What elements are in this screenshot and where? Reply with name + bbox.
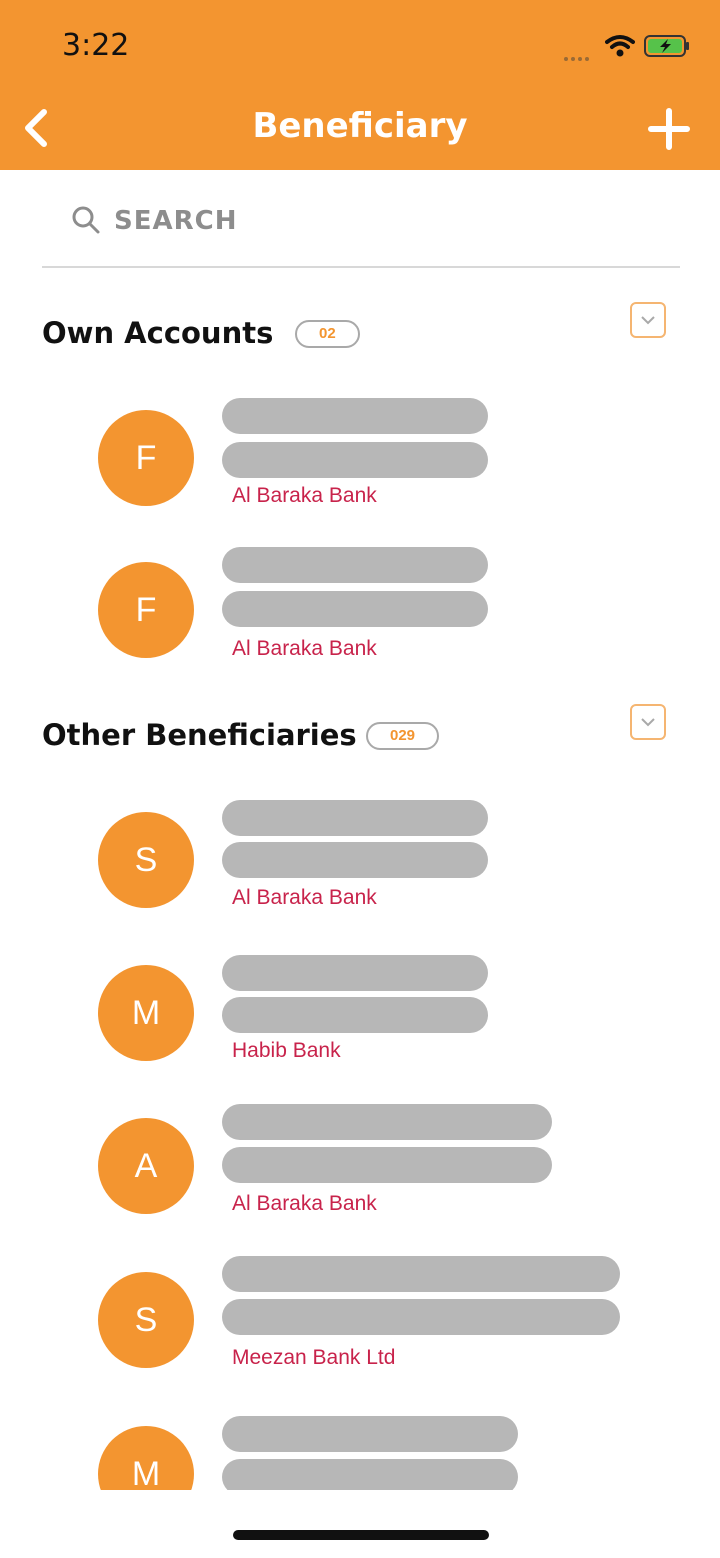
list-item[interactable]: S Meezan Bank Ltd [98, 1256, 658, 1369]
cellular-signal-icon [564, 48, 592, 66]
redacted-name [222, 1256, 620, 1292]
chevron-down-icon [641, 316, 655, 325]
avatar: F [98, 410, 194, 506]
count-badge: 02 [295, 320, 360, 348]
section-header-other-beneficiaries: Other Beneficiaries 029 [42, 704, 678, 758]
redacted-account [222, 842, 488, 878]
redacted-account [222, 591, 488, 627]
redacted-account [222, 442, 488, 478]
redacted-name [222, 398, 488, 434]
bank-name: Al Baraka Bank [232, 484, 377, 507]
redacted-name [222, 547, 488, 583]
redacted-account [222, 1147, 552, 1183]
avatar: S [98, 1272, 194, 1368]
count-badge: 029 [366, 722, 440, 750]
collapse-toggle-button[interactable] [630, 704, 666, 740]
redacted-name [222, 1104, 552, 1140]
bank-name: Al Baraka Bank [232, 1192, 377, 1215]
bottom-safe-area [0, 1490, 720, 1558]
redacted-account [222, 997, 488, 1033]
battery-charging-icon [644, 35, 689, 57]
list-item[interactable]: A Al Baraka Bank [98, 1104, 658, 1215]
bank-name: Al Baraka Bank [232, 637, 377, 660]
redacted-name [222, 800, 488, 836]
search-icon [72, 206, 100, 234]
list-item[interactable]: F Al Baraka Bank [98, 398, 658, 508]
add-beneficiary-button[interactable] [646, 106, 692, 152]
app-header: 3:22 Beneficiary [0, 0, 720, 170]
section-title: Other Beneficiaries [42, 718, 357, 752]
redacted-account [222, 1299, 620, 1335]
redacted-name [222, 955, 488, 991]
list-item[interactable]: F Al Baraka Bank [98, 547, 658, 660]
redacted-name [222, 1416, 518, 1452]
avatar: S [98, 812, 194, 908]
collapse-toggle-button[interactable] [630, 302, 666, 338]
bank-name: Habib Bank [232, 1039, 341, 1062]
list-item[interactable]: M Habib Bank [98, 955, 658, 1065]
bank-name: Meezan Bank Ltd [232, 1346, 396, 1369]
plus-icon [648, 108, 690, 150]
search-input[interactable] [112, 200, 656, 242]
search-bar [42, 190, 680, 268]
home-indicator [233, 1530, 489, 1540]
avatar: M [98, 965, 194, 1061]
section-title: Own Accounts [42, 316, 274, 350]
avatar: A [98, 1118, 194, 1214]
page-title: Beneficiary [252, 106, 468, 146]
chevron-down-icon [641, 718, 655, 727]
section-header-own-accounts: Own Accounts 02 [42, 302, 678, 356]
status-time: 3:22 [62, 28, 130, 63]
avatar: F [98, 562, 194, 658]
list-item[interactable]: S Al Baraka Bank [98, 800, 658, 910]
bank-name: Al Baraka Bank [232, 886, 377, 909]
wifi-icon [605, 35, 635, 57]
